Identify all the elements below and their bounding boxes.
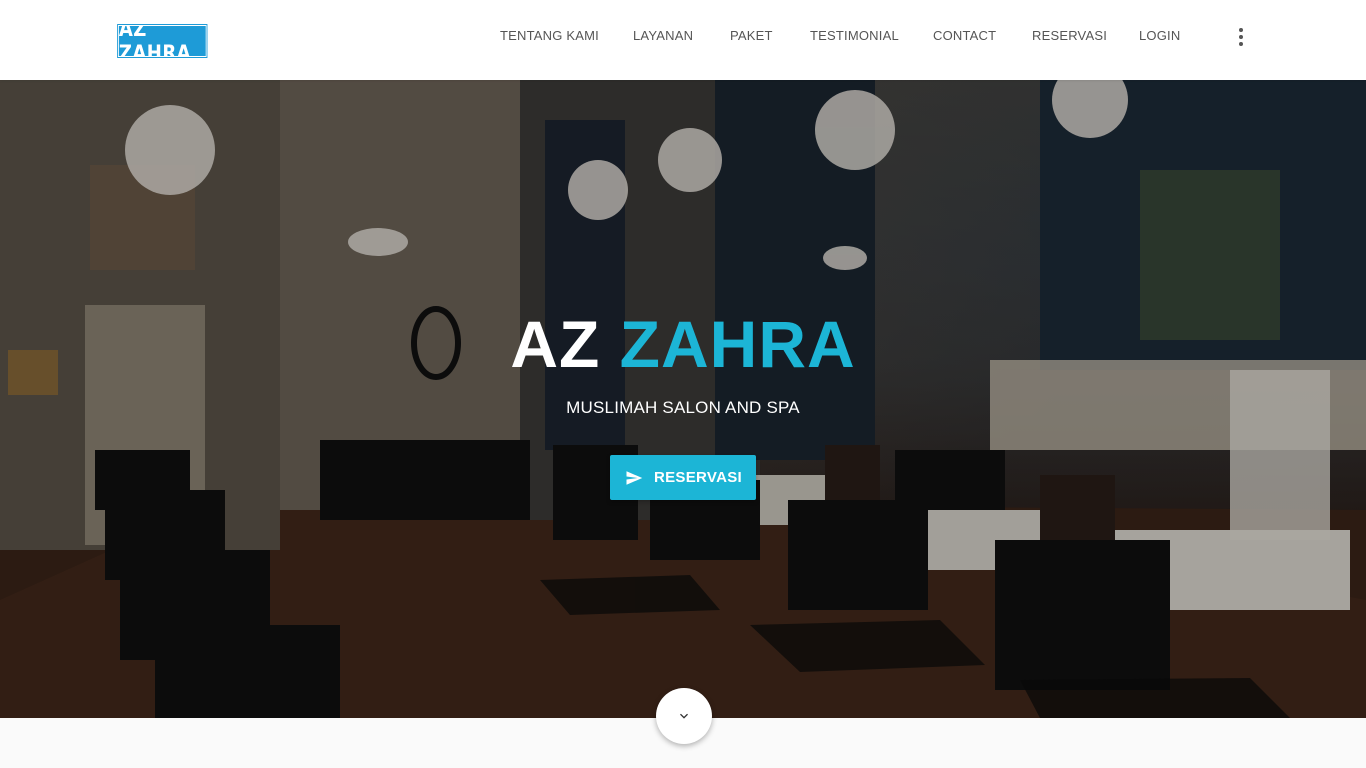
nav-tentang-kami[interactable]: TENTANG KAMI [500, 28, 599, 46]
nav-layanan[interactable]: LAYANAN [633, 28, 693, 46]
nav-testimonial[interactable]: TESTIMONIAL [810, 28, 899, 46]
brand-logo[interactable]: AZ ZAHRA [117, 17, 208, 65]
reservasi-button[interactable]: RESERVASI [610, 455, 756, 500]
scroll-down-button[interactable] [656, 688, 712, 744]
more-vert-icon[interactable] [1231, 24, 1251, 50]
nav-login[interactable]: LOGIN [1139, 28, 1180, 46]
hero-section: AZ ZAHRA MUSLIMAH SALON AND SPA RESERVAS… [0, 80, 1366, 718]
nav-contact[interactable]: CONTACT [933, 28, 996, 46]
hero-title-part2: ZAHRA [619, 307, 856, 381]
hero-subtitle: MUSLIMAH SALON AND SPA [566, 398, 800, 417]
nav-paket[interactable]: PAKET [730, 28, 773, 46]
reservasi-button-label: RESERVASI [653, 469, 742, 486]
navbar: AZ ZAHRA TENTANG KAMI LAYANAN PAKET TEST… [0, 0, 1366, 80]
nav-reservasi[interactable]: RESERVASI [1032, 28, 1107, 46]
hero-title-part1: AZ [510, 307, 601, 381]
chevron-down-icon [680, 713, 688, 719]
hero-title: AZ ZAHRA [0, 306, 1366, 382]
send-icon [626, 470, 643, 485]
